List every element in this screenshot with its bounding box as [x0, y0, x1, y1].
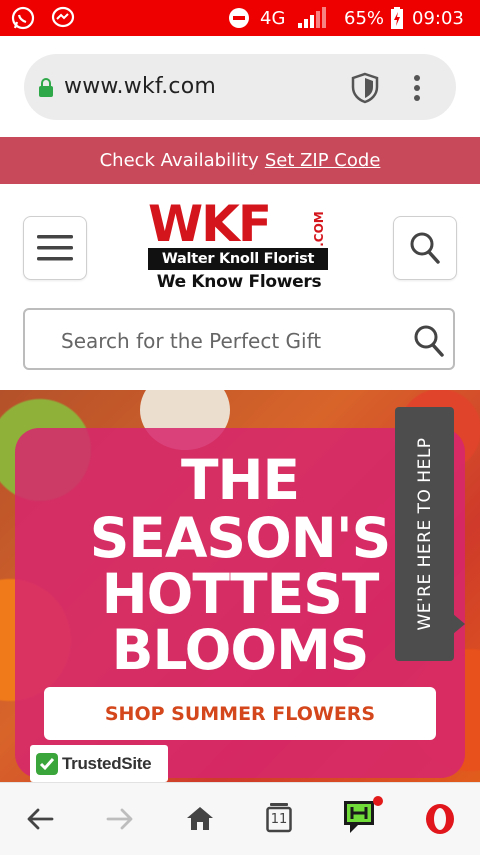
logo-tagline: We Know Flowers	[156, 272, 322, 292]
do-not-disturb-icon	[229, 8, 249, 28]
site-logo[interactable]: WKF .COM Walter Knoll Florist We Know Fl…	[147, 195, 331, 296]
trusted-site-text: TrustedSite	[62, 754, 152, 773]
set-zip-link[interactable]: Set ZIP Code	[265, 150, 381, 171]
tabs-button[interactable]: 11	[266, 803, 292, 833]
lock-icon	[39, 78, 53, 97]
zip-banner: Check Availability Set ZIP Code	[0, 137, 480, 184]
clock: 09:03	[412, 8, 464, 29]
trusted-site-badge[interactable]: TrustedSite	[30, 745, 168, 782]
search-icon[interactable]	[413, 324, 445, 358]
kebab-menu-icon[interactable]	[410, 72, 424, 104]
logo-letters: WKF	[148, 195, 272, 253]
logo-name: Walter Knoll Florist	[148, 248, 328, 270]
tab-count: 11	[270, 812, 288, 827]
shield-icon[interactable]	[350, 72, 380, 104]
logo-com: .COM	[312, 211, 326, 247]
back-icon[interactable]	[26, 807, 54, 831]
hamburger-icon	[37, 235, 73, 261]
help-tab[interactable]: WE'RE HERE TO HELP	[395, 407, 454, 661]
hype-icon[interactable]	[340, 795, 386, 839]
signal-icon	[298, 7, 326, 28]
url-text[interactable]: www.wkf.com	[64, 74, 216, 99]
search-icon	[410, 232, 440, 264]
opera-icon[interactable]	[424, 803, 456, 835]
search-input[interactable]: Search for the Perfect Gift	[23, 308, 455, 370]
availability-text: Check Availability	[99, 150, 259, 171]
browser-bottom-nav: 11	[0, 782, 480, 855]
menu-button[interactable]	[23, 216, 87, 280]
whatsapp-icon	[11, 6, 35, 30]
battery-icon	[391, 7, 403, 29]
search-placeholder: Search for the Perfect Gift	[61, 329, 322, 353]
help-tab-arrow-icon	[453, 614, 465, 634]
battery-level: 65%	[344, 8, 385, 29]
status-bar: 4G 65% 09:03	[0, 0, 480, 36]
header-search-button[interactable]	[393, 216, 457, 280]
home-icon[interactable]	[186, 805, 214, 831]
messenger-icon	[51, 6, 75, 28]
shop-summer-flowers-button[interactable]: SHOP SUMMER FLOWERS	[44, 687, 436, 740]
network-type: 4G	[260, 8, 286, 29]
forward-icon[interactable]	[106, 807, 134, 831]
check-icon	[36, 753, 58, 775]
help-tab-label: WE'RE HERE TO HELP	[414, 437, 435, 631]
